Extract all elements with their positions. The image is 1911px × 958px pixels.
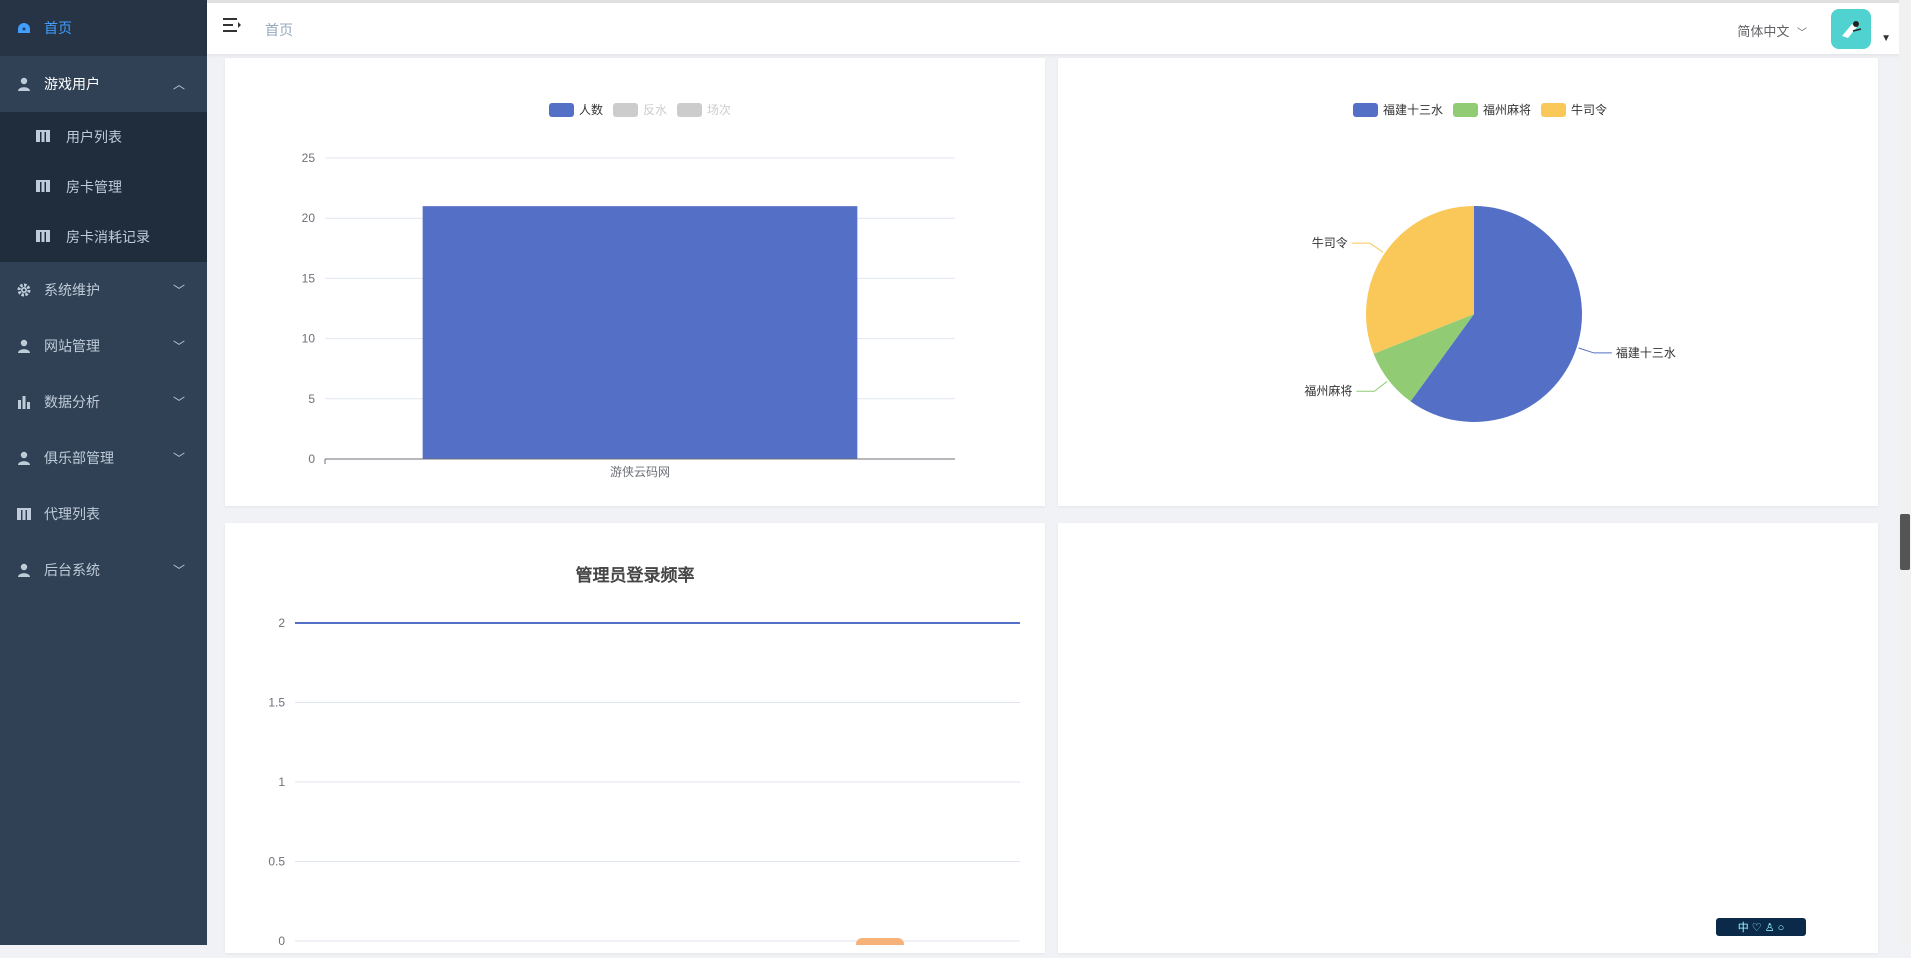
y-tick-label: 20 xyxy=(302,211,316,225)
pie-chart: 福建十三水 福州麻将 牛司令 福建十三水福州麻将牛司令 xyxy=(1058,58,1878,506)
legend-label[interactable]: 牛司令 xyxy=(1571,102,1607,117)
pie-label-line xyxy=(1356,381,1387,391)
table-icon xyxy=(16,506,32,522)
language-select[interactable]: 简体中文 ﹀ xyxy=(1737,21,1807,40)
bar-chart-card: 人数 反水 场次 0 5 10 15 20 25 游侠云码网 xyxy=(225,58,1045,506)
sidebar-item-label: 用户列表 xyxy=(66,127,122,147)
caret-down-icon[interactable]: ▼ xyxy=(1881,33,1891,44)
sidebar-item-user-list[interactable]: 用户列表 xyxy=(0,112,207,162)
chart-title: 管理员登录频率 xyxy=(576,565,695,585)
legend-swatch[interactable] xyxy=(549,103,574,117)
empty-card xyxy=(1058,523,1878,953)
user-icon xyxy=(16,76,32,92)
legend-label[interactable]: 反水 xyxy=(643,103,667,117)
submenu-game-users: 用户列表 房卡管理 房卡消耗记录 xyxy=(0,112,207,262)
y-tick-label: 0 xyxy=(308,452,315,466)
y-tick-label: 10 xyxy=(302,332,316,346)
pie-chart-card: 福建十三水 福州麻将 牛司令 福建十三水福州麻将牛司令 xyxy=(1058,58,1878,506)
status-badge[interactable]: 中 ♡ ♙ ○ xyxy=(1716,918,1806,936)
sidebar-item-label: 数据分析 xyxy=(44,392,100,412)
bar-legend: 人数 反水 场次 xyxy=(549,102,731,117)
sidebar-item-label: 后台系统 xyxy=(44,560,100,580)
legend-label[interactable]: 场次 xyxy=(707,103,731,117)
pie-legend: 福建十三水 福州麻将 牛司令 xyxy=(1353,102,1607,117)
pie-label: 福州麻将 xyxy=(1304,383,1352,398)
legend-label[interactable]: 人数 xyxy=(579,102,603,117)
user-icon xyxy=(16,338,32,354)
y-tick-label: 0 xyxy=(278,934,285,948)
pie-label: 福建十三水 xyxy=(1616,345,1676,360)
chevron-down-icon: ﹀ xyxy=(173,282,185,299)
legend-swatch[interactable] xyxy=(1453,103,1478,117)
sidebar-item-label: 网站管理 xyxy=(44,336,100,356)
sidebar-item-club[interactable]: 俱乐部管理 ﹀ xyxy=(0,430,207,486)
language-label: 简体中文 xyxy=(1737,24,1789,39)
sidebar-item-label: 代理列表 xyxy=(44,504,100,524)
sidebar-item-analytics[interactable]: 数据分析 ﹀ xyxy=(0,374,207,430)
gear-icon xyxy=(16,282,32,298)
chevron-down-icon: ﹀ xyxy=(173,394,185,411)
sidebar-item-agents[interactable]: 代理列表 xyxy=(0,486,207,542)
sidebar-item-system[interactable]: 系统维护 ﹀ xyxy=(0,262,207,318)
chevron-down-icon: ﹀ xyxy=(173,450,185,467)
bar[interactable] xyxy=(423,206,858,459)
table-icon xyxy=(36,179,52,195)
y-tick-label: 1 xyxy=(278,775,285,789)
hamburger-icon[interactable] xyxy=(223,17,243,37)
bar-chart: 人数 反水 场次 0 5 10 15 20 25 游侠云码网 xyxy=(225,58,1045,506)
y-tick-label: 2 xyxy=(278,616,285,630)
pie-label: 牛司令 xyxy=(1312,235,1348,250)
legend-label[interactable]: 福州麻将 xyxy=(1483,102,1531,117)
pie-label-line xyxy=(1579,348,1612,353)
sidebar-item-website[interactable]: 网站管理 ﹀ xyxy=(0,318,207,374)
chevron-down-icon: ﹀ xyxy=(173,562,185,579)
y-tick-label: 1.5 xyxy=(268,696,285,710)
user-icon xyxy=(16,562,32,578)
sidebar: 首页 游戏用户 ︿ 用户列表 房卡管理 房卡消耗记录 xyxy=(0,0,207,945)
legend-label[interactable]: 福建十三水 xyxy=(1383,102,1443,117)
user-icon xyxy=(16,450,32,466)
sidebar-item-room-card[interactable]: 房卡管理 xyxy=(0,162,207,212)
chevron-down-icon: ﹀ xyxy=(173,338,185,355)
scrollbar[interactable] xyxy=(1899,0,1911,945)
legend-swatch[interactable] xyxy=(677,103,702,117)
chevron-down-icon: ﹀ xyxy=(1797,28,1807,39)
dashboard-icon xyxy=(16,20,32,36)
sidebar-item-label: 首页 xyxy=(44,18,72,38)
sidebar-item-home[interactable]: 首页 xyxy=(0,0,207,56)
sidebar-item-label: 系统维护 xyxy=(44,280,100,300)
bottom-tab[interactable] xyxy=(856,938,904,945)
y-tick-label: 15 xyxy=(302,271,316,285)
breadcrumb: 首页 xyxy=(265,20,293,40)
navbar: 首页 简体中文 ﹀ ▼ xyxy=(207,0,1911,54)
table-icon xyxy=(36,129,52,145)
sidebar-item-room-card-log[interactable]: 房卡消耗记录 xyxy=(0,212,207,262)
table-icon xyxy=(36,229,52,245)
pie-label-line xyxy=(1352,243,1383,252)
y-tick-label: 5 xyxy=(308,392,315,406)
legend-swatch[interactable] xyxy=(613,103,638,117)
sidebar-item-label: 房卡管理 xyxy=(66,177,122,197)
sidebar-item-backend[interactable]: 后台系统 ﹀ xyxy=(0,542,207,598)
chevron-up-icon: ︿ xyxy=(173,76,185,93)
y-tick-label: 0.5 xyxy=(268,855,285,869)
legend-swatch[interactable] xyxy=(1541,103,1566,117)
avatar[interactable] xyxy=(1831,9,1871,49)
sidebar-item-label: 游戏用户 xyxy=(44,74,100,94)
legend-swatch[interactable] xyxy=(1353,103,1378,117)
sidebar-item-label: 房卡消耗记录 xyxy=(66,227,150,247)
sidebar-item-label: 俱乐部管理 xyxy=(44,448,114,468)
main-content: 首页 简体中文 ﹀ ▼ 人数 反水 场次 0510152025 游侠云码网 xyxy=(207,0,1911,945)
sidebar-item-game-users[interactable]: 游戏用户 ︿ xyxy=(0,56,207,112)
line-chart: 管理员登录频率 0 0.5 1 1.5 2 xyxy=(225,523,1045,953)
bar-chart-icon xyxy=(16,394,32,410)
line-chart-card: 管理员登录频率 0 0.5 1 1.5 2 xyxy=(225,523,1045,953)
scroll-thumb[interactable] xyxy=(1900,514,1910,570)
y-tick-label: 25 xyxy=(302,151,316,165)
x-tick-label: 游侠云码网 xyxy=(610,465,670,479)
